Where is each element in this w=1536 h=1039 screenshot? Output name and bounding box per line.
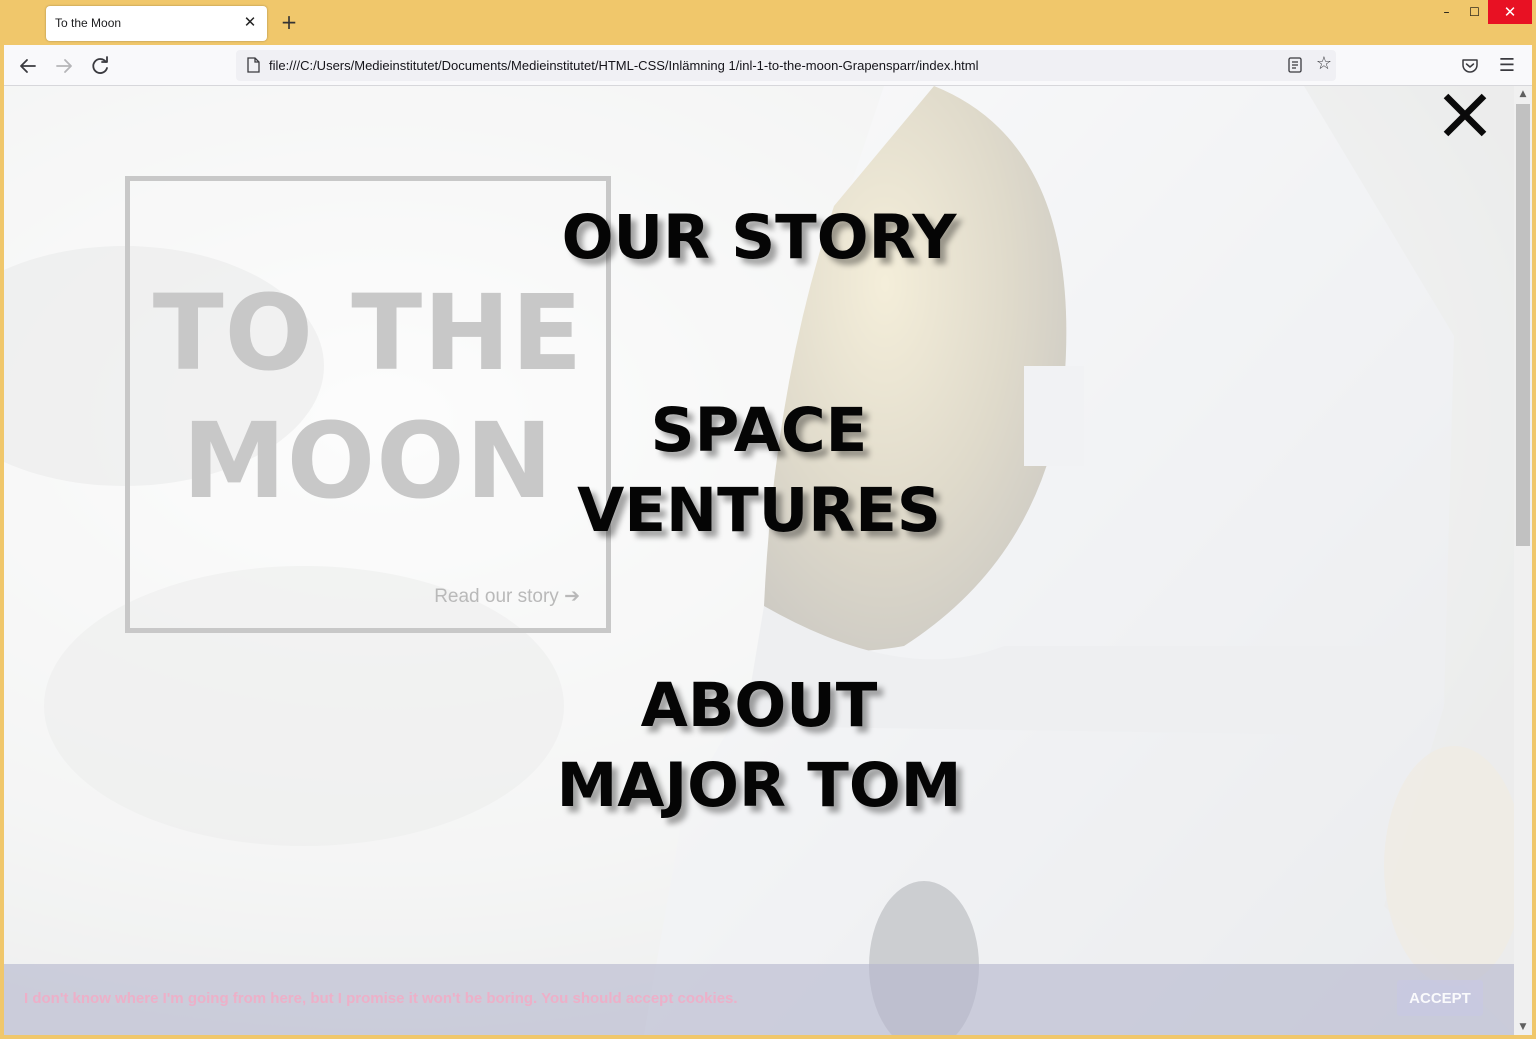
new-tab-button[interactable]: + bbox=[279, 12, 299, 32]
reader-view-icon[interactable] bbox=[1286, 56, 1304, 74]
accept-cookies-button[interactable]: ACCEPT bbox=[1397, 980, 1483, 1016]
forward-arrow-icon[interactable] bbox=[52, 54, 76, 78]
minimize-button[interactable]: – bbox=[1432, 0, 1461, 24]
nav-link-our-story[interactable]: OUR STORY bbox=[454, 198, 1064, 278]
page-viewport: TO THE MOON Read our story ➔ OUR STORY S… bbox=[4, 86, 1514, 1035]
close-x-icon[interactable] bbox=[1434, 86, 1496, 148]
nav-link-line: VENTURES bbox=[577, 475, 941, 546]
nav-link-line: MAJOR TOM bbox=[556, 750, 962, 821]
page-icon bbox=[244, 56, 262, 74]
scrollbar-thumb[interactable] bbox=[1516, 104, 1530, 546]
tab-title: To the Moon bbox=[55, 16, 122, 30]
nav-link-about-major-tom[interactable]: ABOUT MAJOR TOM bbox=[454, 666, 1064, 826]
tab-strip: To the Moon ✕ + – ☐ ✕ bbox=[0, 0, 1536, 45]
nav-link-space-ventures[interactable]: SPACE VENTURES bbox=[454, 391, 1064, 551]
hamburger-menu-icon[interactable]: ☰ bbox=[1496, 55, 1518, 77]
nav-link-line: OUR STORY bbox=[561, 202, 957, 273]
url-text[interactable]: file:///C:/Users/Medieinstitutet/Documen… bbox=[269, 58, 979, 73]
maximize-button[interactable]: ☐ bbox=[1460, 0, 1489, 24]
hero-title-line-1: TO THE bbox=[152, 272, 584, 394]
navigation-bar: file:///C:/Users/Medieinstitutet/Documen… bbox=[4, 45, 1532, 86]
vertical-scrollbar[interactable]: ▲ ▼ bbox=[1514, 86, 1532, 1035]
nav-link-line: SPACE bbox=[650, 395, 868, 466]
scroll-up-arrow-icon[interactable]: ▲ bbox=[1514, 86, 1532, 102]
browser-window: To the Moon ✕ + – ☐ ✕ file:///C:/Users/M… bbox=[0, 0, 1536, 1039]
back-arrow-icon[interactable] bbox=[16, 54, 40, 78]
tab-to-the-moon[interactable]: To the Moon ✕ bbox=[46, 6, 267, 41]
reload-icon[interactable] bbox=[88, 54, 112, 78]
scroll-down-arrow-icon[interactable]: ▼ bbox=[1514, 1019, 1532, 1035]
url-bar[interactable]: file:///C:/Users/Medieinstitutet/Documen… bbox=[236, 50, 1336, 81]
window-close-button[interactable]: ✕ bbox=[1488, 0, 1532, 24]
close-icon[interactable]: ✕ bbox=[241, 13, 259, 31]
pocket-icon[interactable] bbox=[1459, 55, 1481, 77]
cookie-message: I don't know where I'm going from here, … bbox=[24, 990, 738, 1007]
star-icon[interactable]: ☆ bbox=[1313, 53, 1335, 75]
read-our-story-link[interactable]: Read our story ➔ bbox=[434, 585, 580, 608]
nav-link-line: ABOUT bbox=[640, 670, 878, 741]
cookie-banner: I don't know where I'm going from here, … bbox=[4, 964, 1514, 1035]
